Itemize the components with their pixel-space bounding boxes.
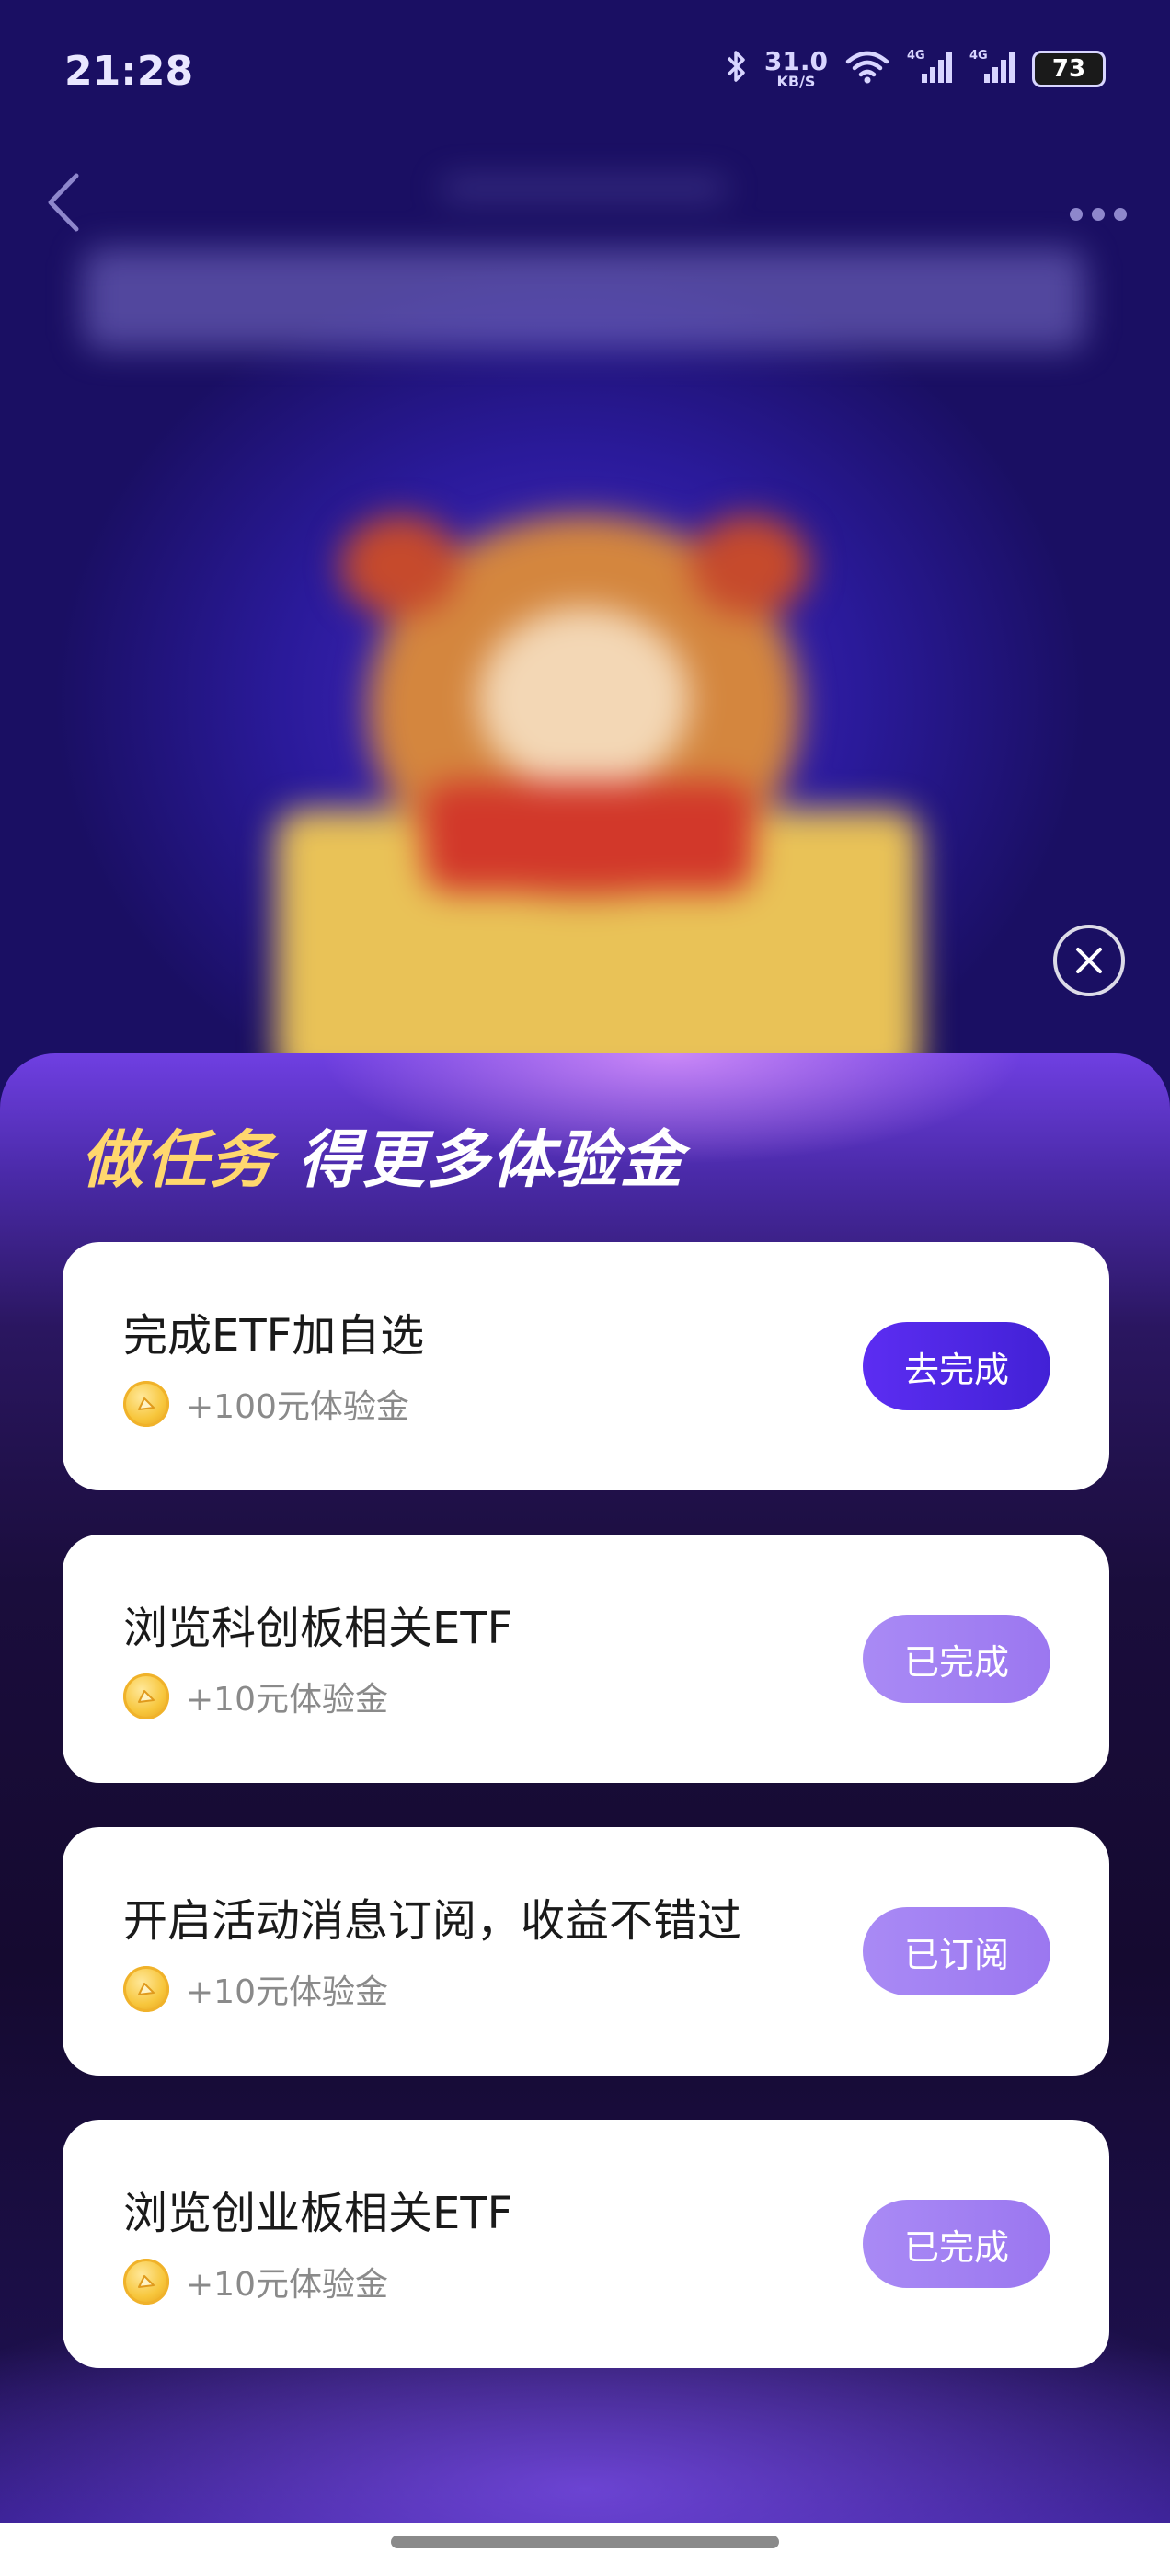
close-button[interactable] [1053,925,1125,996]
net-speed-value: 31.0 [763,45,828,76]
task-title: 开启活动消息订阅，收益不错过 [123,1895,742,1947]
battery-icon: 73 [1032,50,1106,87]
sheet-title-part1: 做任务 [81,1124,275,1197]
more-dots-icon [1070,208,1127,221]
mascot-scarf [423,782,754,892]
sheet-title: 做任务 得更多体验金 [81,1109,684,1200]
signal-1-label: 4G [907,49,925,63]
cellular-signal-icon: 4G [969,48,1015,89]
back-button[interactable] [37,170,92,235]
task-card: 浏览科创板相关ETF +10元体验金 已完成 [63,1535,1109,1783]
status-time: 21:28 [64,48,194,95]
status-bar: 21:28 31.0 KB/S 4G 4G 73 [0,0,1170,147]
task-title: 浏览科创板相关ETF [123,1603,513,1654]
task-card: 开启活动消息订阅，收益不错过 +10元体验金 已订阅 [63,1827,1109,2076]
task-reward-text: +10元体验金 [186,1973,388,2011]
completed-button[interactable]: 已完成 [863,1615,1050,1703]
status-icons: 31.0 KB/S 4G 4G 73 [724,48,1106,89]
task-card: 完成ETF加自选 +100元体验金 去完成 [63,1242,1109,1490]
coin-icon [123,1966,169,2012]
task-reward: +10元体验金 [123,2258,388,2306]
task-title: 浏览创业板相关ETF [123,2188,513,2239]
bluetooth-icon [724,49,748,88]
mascot-face [478,607,690,791]
coin-icon [123,2259,169,2305]
coin-icon [123,1673,169,1719]
mascot-ear-right [690,515,809,616]
background-blur-layer [0,0,1170,1058]
task-title: 完成ETF加自选 [123,1310,425,1362]
chevron-left-icon [48,173,79,232]
subscribed-button[interactable]: 已订阅 [863,1907,1050,1995]
sheet-title-part2: 得更多体验金 [297,1124,684,1197]
task-reward-text: +100元体验金 [186,1388,409,1426]
signal-2-label: 4G [969,49,988,63]
task-reward: +10元体验金 [123,1965,388,2013]
task-reward-text: +10元体验金 [186,1681,388,1719]
task-reward-text: +10元体验金 [186,2266,388,2304]
task-list: 完成ETF加自选 +100元体验金 去完成 浏览科创板相关ETF +10元体验金… [63,1242,1109,2412]
completed-button[interactable]: 已完成 [863,2200,1050,2288]
task-reward: +100元体验金 [123,1380,409,1428]
go-complete-button[interactable]: 去完成 [863,1322,1050,1410]
wifi-icon [844,49,890,88]
close-icon [1076,948,1102,973]
background-title-blur [83,248,1085,350]
net-speed: 31.0 KB/S [763,45,828,90]
more-button[interactable] [1068,189,1129,225]
task-reward: +10元体验金 [123,1673,388,1720]
background-subtitle-blur [442,179,727,198]
net-speed-unit: KB/S [776,72,816,90]
background-page [0,0,1170,1058]
cellular-signal-icon: 4G [907,48,953,89]
home-indicator[interactable] [391,2536,779,2548]
coin-icon [123,1381,169,1427]
mascot-ear-left [340,515,460,616]
task-sheet: 做任务 得更多体验金 完成ETF加自选 +100元体验金 去完成 浏览科创板相关… [0,1053,1170,2576]
task-card: 浏览创业板相关ETF +10元体验金 已完成 [63,2120,1109,2368]
navigation-bar [0,2523,1170,2576]
